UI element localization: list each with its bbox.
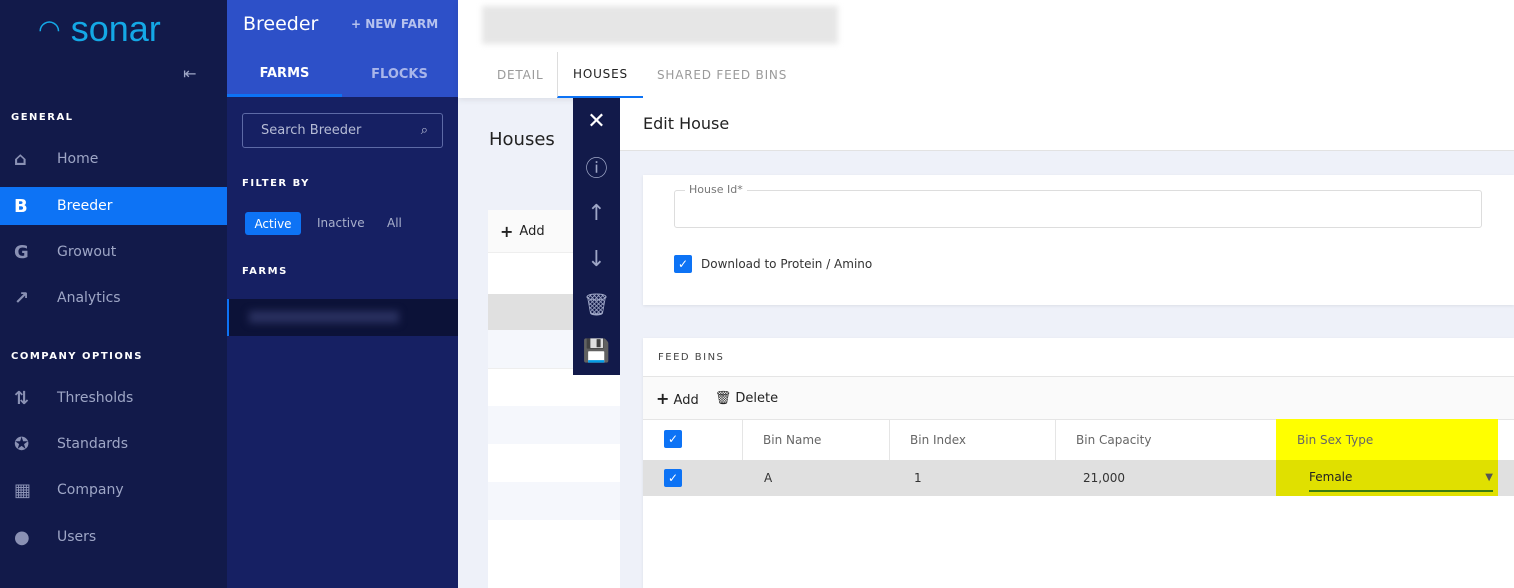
info-icon[interactable]: ⓘ (585, 144, 607, 190)
nav-standards[interactable]: ✪ Standards (0, 425, 227, 463)
cell-bin-name: A (764, 471, 773, 485)
house-card: House Id* ✓ Download to Protein / Amino (643, 175, 1514, 305)
building-icon: ▦ (14, 479, 32, 501)
arrow-down-icon[interactable]: ↓ (587, 236, 605, 282)
col-bin-capacity[interactable]: Bin Capacity (1055, 419, 1151, 460)
filter-active[interactable]: Active (245, 212, 301, 235)
growout-icon: G (14, 241, 29, 263)
arrow-up-icon[interactable]: ↑ (587, 190, 605, 236)
delete-label: Delete (735, 390, 779, 406)
user-icon: ● (14, 526, 30, 548)
tab-houses[interactable]: HOUSES (557, 52, 643, 98)
nav-label: Users (57, 529, 97, 545)
panel-title: Breeder (243, 13, 319, 35)
select-value: Female (1309, 470, 1353, 484)
section-company: COMPANY OPTIONS (11, 351, 143, 362)
edit-title: Edit House (620, 98, 1514, 151)
search-input[interactable]: Search Breeder ⌕ (242, 113, 443, 148)
cell-bin-capacity: 21,000 (1083, 471, 1125, 485)
download-checkbox[interactable]: ✓ Download to Protein / Amino (674, 255, 872, 273)
col-bin-name[interactable]: Bin Name (742, 419, 821, 460)
col-bin-index[interactable]: Bin Index (889, 419, 966, 460)
add-bin-button[interactable]: + Add (656, 389, 699, 408)
search-icon: ⌕ (420, 123, 428, 138)
tab-farms[interactable]: FARMS (227, 52, 342, 97)
nav-label: Thresholds (57, 390, 134, 406)
add-label: Add (673, 392, 699, 408)
nav-thresholds[interactable]: ⇅ Thresholds (0, 379, 227, 417)
check-icon: ✓ (664, 469, 682, 487)
gauge-icon: ◠ (38, 13, 61, 44)
edit-toolbar: ✕ ⓘ ↑ ↓ 🗑 💾 (573, 98, 620, 375)
farms-label: FARMS (242, 266, 288, 277)
download-label: Download to Protein / Amino (701, 257, 873, 271)
nav-home[interactable]: ⌂ Home (0, 140, 227, 178)
farm-title-redacted (482, 6, 838, 44)
edit-house-panel: Edit House House Id* ✓ Download to Protei… (620, 98, 1514, 588)
nav-label: Company (57, 482, 124, 498)
check-icon: ✓ (664, 430, 682, 448)
filter-inactive[interactable]: Inactive (317, 216, 365, 230)
nav-label: Growout (57, 244, 117, 260)
analytics-icon: ↗ (14, 287, 30, 309)
tab-shared-feed-bins[interactable]: SHARED FEED BINS (642, 52, 802, 98)
cell-bin-index: 1 (914, 471, 922, 485)
farm-list-item[interactable] (227, 299, 458, 336)
add-label: Add (519, 223, 545, 239)
nav-company[interactable]: ▦ Company (0, 471, 227, 509)
select-all-checkbox[interactable]: ✓ (664, 430, 682, 448)
thresholds-icon: ⇅ (14, 387, 30, 409)
houses-title: Houses (489, 129, 555, 150)
save-icon[interactable]: 💾 (583, 328, 610, 374)
feed-bins-label: FEED BINS (658, 352, 725, 363)
house-id-label: House Id* (685, 183, 747, 196)
new-farm-button[interactable]: + NEW FARM (351, 17, 438, 31)
breeder-panel: Breeder + NEW FARM FARMS FLOCKS Search B… (227, 0, 458, 588)
delete-bin-button[interactable]: 🗑 Delete (715, 391, 778, 406)
filter-label: FILTER BY (242, 178, 310, 189)
col-bin-sex-type[interactable]: Bin Sex Type (1297, 419, 1373, 460)
tab-detail[interactable]: DETAIL (482, 52, 558, 98)
nav-label: Analytics (57, 290, 121, 306)
nav-label: Breeder (57, 198, 113, 214)
nav-label: Standards (57, 436, 128, 452)
feed-bins-card: FEED BINS + Add 🗑 Delete ✓ Bin Name Bin … (643, 338, 1514, 588)
nav-breeder[interactable]: B Breeder (0, 187, 227, 225)
sidebar: ◠ sonar ⇤ GENERAL ⌂ Home B Breeder G Growout… (0, 0, 227, 588)
nav-users[interactable]: ● Users (0, 518, 227, 556)
nav-analytics[interactable]: ↗ Analytics (0, 279, 227, 317)
bin-sex-type-select[interactable]: Female ▼ (1309, 464, 1493, 492)
tab-flocks[interactable]: FLOCKS (342, 52, 457, 97)
trash-icon[interactable]: 🗑 (583, 282, 611, 328)
check-icon: ✓ (674, 255, 692, 273)
section-general: GENERAL (11, 112, 74, 123)
logo: ◠ sonar (38, 8, 161, 49)
filter-all[interactable]: All (387, 216, 402, 230)
nav-growout[interactable]: G Growout (0, 233, 227, 271)
caret-down-icon: ▼ (1485, 471, 1493, 483)
nav-label: Home (57, 151, 99, 167)
house-id-field[interactable] (674, 190, 1482, 228)
row-checkbox[interactable]: ✓ (664, 469, 682, 487)
close-icon[interactable]: ✕ (587, 98, 605, 144)
collapse-left-icon[interactable]: ⇤ (183, 64, 196, 83)
home-icon: ⌂ (14, 148, 27, 170)
search-placeholder: Search Breeder (261, 123, 362, 138)
breeder-header: Breeder + NEW FARM FARMS FLOCKS (227, 0, 458, 97)
breeder-icon: B (14, 195, 28, 217)
award-icon: ✪ (14, 433, 30, 455)
topbar: DETAIL HOUSES SHARED FEED BINS (458, 0, 1514, 98)
